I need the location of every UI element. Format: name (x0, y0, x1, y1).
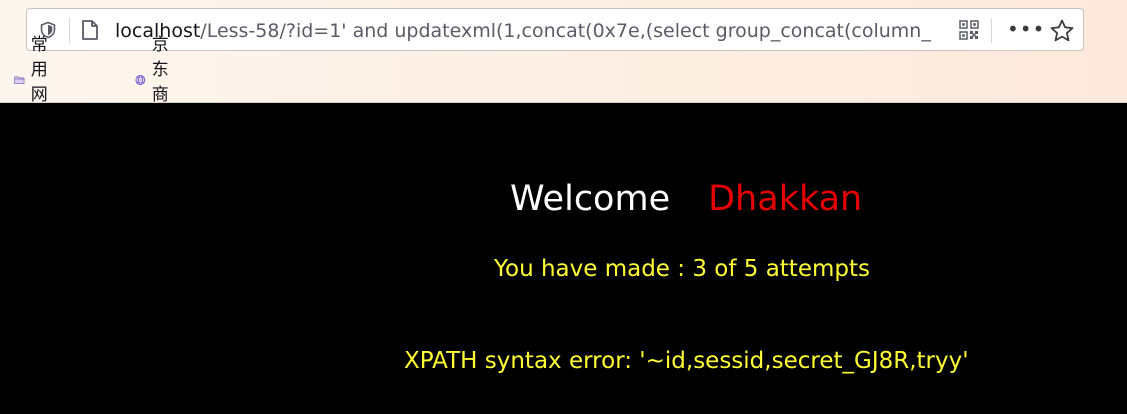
browser-toolbar: localhost/Less-58/?id=1' and updatexml(1… (0, 0, 1127, 130)
separator (69, 18, 70, 43)
bookmark-folder-common-sites[interactable]: 常用网址 (14, 35, 61, 130)
globe-icon (135, 75, 146, 85)
page-content: Welcome Dhakkan You have made : 3 of 5 at… (0, 103, 1127, 414)
url-text[interactable]: localhost/Less-58/?id=1' and updatexml(1… (115, 18, 955, 44)
xpath-error-message: XPATH syntax error: '~id,sessid,secret_G… (404, 348, 969, 374)
attempts-message: You have made : 3 of 5 attempts (494, 256, 870, 282)
url-path: /Less-58/?id=1' and updatexml(1,concat(0… (200, 20, 931, 42)
bookmark-jd-mall[interactable]: 京东商城 (135, 35, 182, 130)
more-actions-icon[interactable]: ••• (1007, 17, 1044, 43)
bookmark-star-icon[interactable] (1049, 18, 1075, 44)
separator (991, 18, 992, 43)
folder-icon (14, 76, 25, 84)
page-info-icon[interactable] (80, 19, 100, 41)
welcome-text: Welcome (510, 179, 671, 219)
address-bar[interactable]: localhost/Less-58/?id=1' and updatexml(1… (26, 8, 1084, 51)
qr-code-icon[interactable] (959, 20, 979, 40)
welcome-heading: Welcome Dhakkan (510, 177, 862, 221)
user-name: Dhakkan (708, 179, 863, 219)
